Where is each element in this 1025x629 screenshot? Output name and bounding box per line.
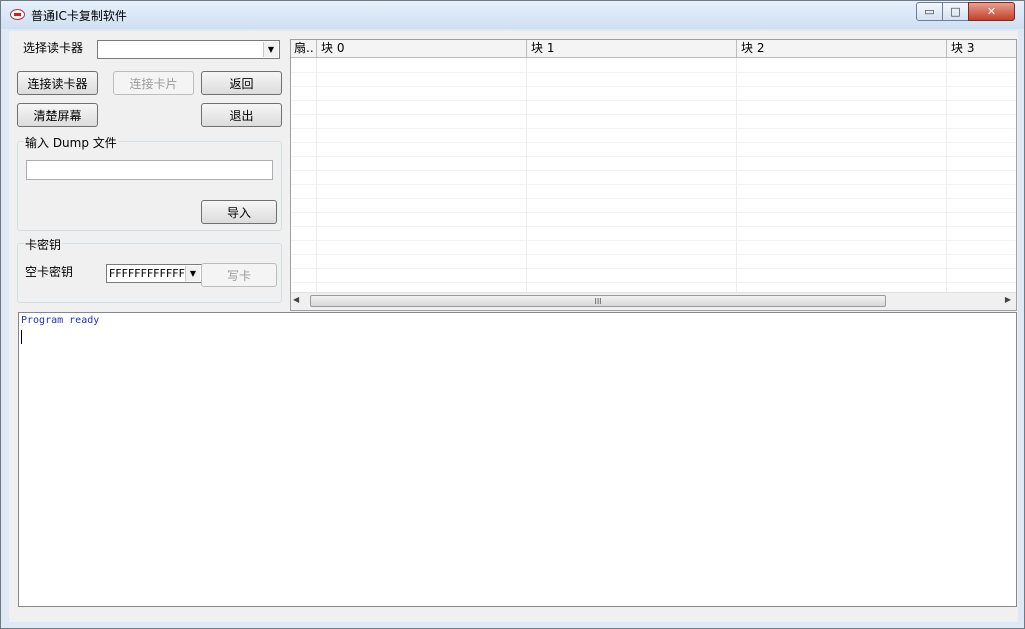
app-icon [10,9,25,20]
exit-button[interactable]: 退出 [201,103,282,127]
scroll-right-icon[interactable]: ▶ [1005,295,1011,304]
horizontal-scrollbar[interactable]: ◀ III ▶ [291,292,1016,310]
grid-row-line [291,198,1016,199]
import-button[interactable]: 导入 [201,200,277,224]
status-bar [9,608,1018,622]
grid-row-line [291,226,1016,227]
card-key-group-title: 卡密钥 [24,236,63,253]
grid-row-line [291,282,1016,283]
column-header-block-3[interactable]: 块 3 [947,40,1016,57]
card-key-group: 卡密钥 空卡密钥 FFFFFFFFFFFF ▼ 写卡 [17,236,282,303]
maximize-button[interactable]: □ [942,2,969,21]
column-header-block-0[interactable]: 块 0 [317,40,527,57]
grid-row-line [291,170,1016,171]
grid-row-line [291,86,1016,87]
log-line: Program ready [21,315,100,326]
write-card-button[interactable]: 写卡 [201,263,277,287]
scroll-left-icon[interactable]: ◀ [293,295,299,304]
grid-column-line [316,58,317,293]
chevron-down-icon[interactable]: ▼ [263,42,278,57]
dump-file-group: 输入 Dump 文件 导入 [17,134,282,231]
grid-header: 扇.. 块 0 块 1 块 2 块 3 [291,40,1016,58]
title-bar[interactable]: 普通IC卡复制软件 ▭ □ ✕ [1,1,1024,29]
close-button[interactable]: ✕ [968,2,1015,21]
scrollbar-thumb[interactable]: III [310,295,886,307]
grid-row-line [291,268,1016,269]
connect-reader-button[interactable]: 连接读卡器 [17,71,98,95]
column-header-sector[interactable]: 扇.. [291,40,317,57]
grid-row-line [291,184,1016,185]
dump-file-group-title: 输入 Dump 文件 [24,134,118,151]
sector-data-grid[interactable]: 扇.. 块 0 块 1 块 2 块 3 ◀ III ▶ [290,39,1017,311]
grid-row-line [291,240,1016,241]
grid-column-line [736,58,737,293]
grid-row-line [291,72,1016,73]
minimize-button[interactable]: ▭ [916,2,943,21]
grid-column-line [526,58,527,293]
grid-row-line [291,100,1016,101]
connect-card-button[interactable]: 连接卡片 [113,71,194,95]
reader-select[interactable]: ▼ [97,40,280,59]
reader-label: 选择读卡器 [23,41,84,55]
grid-column-line [946,58,947,293]
column-header-block-1[interactable]: 块 1 [527,40,737,57]
chevron-down-icon[interactable]: ▼ [185,266,200,281]
column-header-block-2[interactable]: 块 2 [737,40,947,57]
scroll-grip-icon: III [594,296,602,306]
grid-row-line [291,254,1016,255]
window-title: 普通IC卡复制软件 [31,9,127,23]
grid-row-line [291,114,1016,115]
blank-key-label: 空卡密钥 [25,265,74,279]
client-area: 选择读卡器 ▼ 连接读卡器 连接卡片 返回 清楚屏幕 退出 输入 Dump 文件… [9,31,1018,622]
grid-row-line [291,212,1016,213]
grid-row-line [291,128,1016,129]
main-window: 普通IC卡复制软件 ▭ □ ✕ 选择读卡器 ▼ 连接读卡器 连接卡片 返回 清楚… [0,0,1025,629]
back-button[interactable]: 返回 [201,71,282,95]
grid-row-line [291,156,1016,157]
text-caret [21,330,22,344]
grid-row-line [291,142,1016,143]
clear-screen-button[interactable]: 清楚屏幕 [17,103,98,127]
dump-file-input[interactable] [26,160,273,180]
blank-key-select[interactable]: FFFFFFFFFFFF ▼ [106,264,202,283]
blank-key-value: FFFFFFFFFFFF [109,267,185,280]
log-output[interactable]: Program ready [18,312,1017,607]
